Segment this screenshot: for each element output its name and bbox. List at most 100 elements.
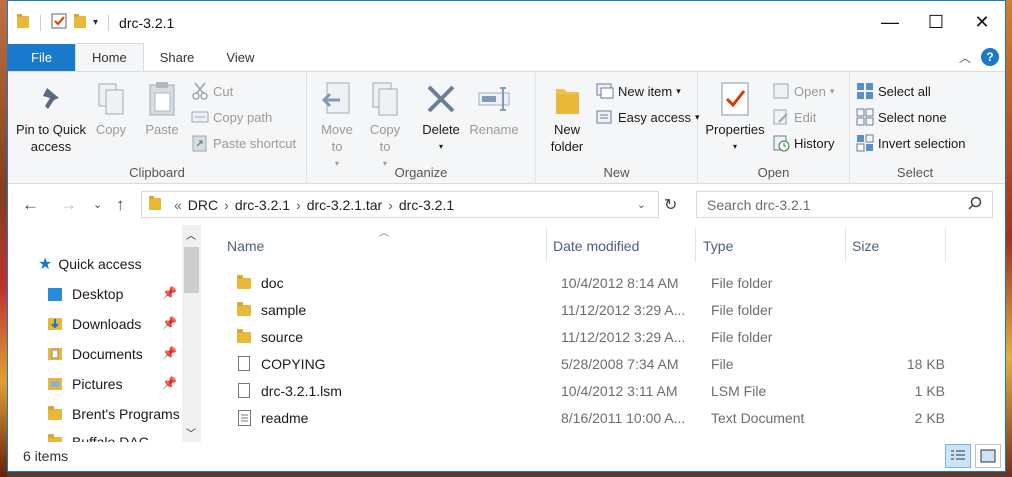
nav-item-documents[interactable]: Documents (48, 342, 143, 366)
breadcrumb-drc-3-2-1[interactable]: drc-3.2.1 (235, 197, 290, 213)
properties-icon[interactable] (51, 13, 67, 32)
minimize-button[interactable]: — (867, 1, 913, 44)
column-divider[interactable] (695, 228, 696, 262)
chevron-right-icon[interactable]: › (388, 197, 393, 213)
recent-locations-button[interactable]: ⌄ (93, 198, 102, 211)
toolbar-divider (108, 14, 110, 31)
scroll-up-icon[interactable]: ︿ (186, 227, 196, 242)
edit-button[interactable]: Edit (772, 108, 816, 126)
maximize-button[interactable]: ☐ (913, 1, 959, 44)
column-divider[interactable] (845, 228, 846, 262)
column-divider[interactable] (546, 228, 547, 262)
file-row[interactable]: source 11/12/2012 3:29 A... File folder (231, 324, 961, 351)
address-dropdown-icon[interactable]: ⌄ (637, 198, 646, 211)
column-divider[interactable] (945, 228, 946, 262)
tab-share[interactable]: Share (144, 44, 211, 71)
delete-label: Delete (422, 122, 460, 137)
folder-icon (237, 329, 251, 343)
tab-home[interactable]: Home (75, 43, 144, 71)
details-view-button[interactable] (945, 444, 971, 468)
delete-icon (424, 80, 458, 118)
details-view-icon (951, 450, 965, 460)
up-button[interactable]: ↑ (116, 195, 125, 215)
move-to-button[interactable]: Move to ▾ (317, 80, 357, 172)
search-input[interactable]: Search drc-3.2.1 (696, 191, 993, 218)
address-bar-row: ← → ⌄ ↑ « DRC › drc-3.2.1 › drc-3.2.1.tar ›… (8, 184, 1005, 224)
paste-shortcut-button[interactable]: Paste shortcut (191, 134, 296, 152)
file-row[interactable]: sample 11/12/2012 3:29 A... File folder (231, 297, 961, 324)
nav-quick-access[interactable]: ★ Quick access (38, 252, 142, 276)
documents-folder-icon (48, 346, 62, 363)
breadcrumb-drc-tar[interactable]: drc-3.2.1.tar (307, 197, 382, 213)
help-icon[interactable]: ? (981, 48, 999, 66)
chevron-right-icon[interactable]: › (224, 197, 229, 213)
copy-label: Copy (95, 122, 127, 137)
new-folder-icon[interactable] (73, 13, 87, 32)
column-header-type[interactable]: Type (703, 232, 733, 260)
collapse-ribbon-icon[interactable]: ︿ (959, 49, 971, 66)
new-folder-button[interactable]: New folder (546, 80, 588, 155)
history-button[interactable]: History (772, 134, 834, 152)
address-bar[interactable]: « DRC › drc-3.2.1 › drc-3.2.1.tar › drc-3.2… (141, 191, 659, 218)
new-item-button[interactable]: New item ▾ (596, 82, 681, 100)
scissors-icon (191, 82, 209, 100)
open-label: Open (794, 83, 826, 99)
star-icon: ★ (38, 256, 53, 273)
pin-to-quick-access-button[interactable]: Pin to Quick access (14, 80, 88, 155)
file-name: sample (261, 302, 307, 318)
delete-button[interactable]: Delete ▾ (419, 80, 463, 155)
tab-view[interactable]: View (210, 44, 270, 71)
nav-item-pictures[interactable]: Pictures (48, 372, 123, 396)
file-row[interactable]: COPYING 5/28/2008 7:34 AM File 18 KB (231, 351, 961, 378)
properties-button[interactable]: Properties ▾ (704, 80, 766, 155)
open-button[interactable]: Open ▾ (772, 82, 834, 100)
copy-path-button[interactable]: Copy path (191, 108, 272, 126)
ribbon: Pin to Quick access Copy Paste Cut Copy … (8, 71, 1005, 184)
nav-item-brents-programs[interactable]: Brent's Programs (48, 402, 180, 426)
forward-button[interactable]: → (60, 195, 77, 215)
tab-file[interactable]: File (8, 44, 75, 71)
breadcrumb-current[interactable]: drc-3.2.1 (399, 197, 454, 213)
column-header-name[interactable]: Name (227, 232, 264, 260)
column-header-size[interactable]: Size (852, 232, 879, 260)
close-button[interactable]: ✕ (959, 1, 1005, 44)
file-list: ︿ Name Date modified Type Size doc 10/4/… (201, 224, 1005, 442)
copy-to-button[interactable]: Copy to ▾ (365, 80, 405, 172)
rename-button[interactable]: Rename (467, 80, 521, 138)
file-row[interactable]: drc-3.2.1.lsm 10/4/2012 3:11 AM LSM File… (231, 378, 961, 405)
breadcrumb-drc[interactable]: DRC (188, 197, 218, 213)
back-button[interactable]: ← (22, 195, 39, 215)
navigation-scrollbar[interactable]: ︿ ﹀ (182, 225, 201, 442)
chevron-right-icon[interactable]: › (296, 197, 301, 213)
status-bar: 6 items (8, 440, 1005, 471)
copy-button[interactable]: Copy (92, 80, 130, 138)
paste-button[interactable]: Paste (142, 80, 182, 138)
large-icons-view-button[interactable] (975, 444, 1001, 468)
pictures-folder-icon (48, 376, 62, 393)
folder-icon (237, 302, 251, 316)
file-name: source (261, 329, 304, 345)
scrollbar-thumb[interactable] (184, 247, 199, 293)
column-header-date[interactable]: Date modified (553, 232, 639, 260)
nav-item-desktop[interactable]: Desktop (48, 282, 123, 306)
refresh-button[interactable]: ↻ (664, 195, 677, 215)
scroll-down-icon[interactable]: ﹀ (186, 425, 196, 440)
rename-icon (477, 80, 511, 118)
nav-item-downloads[interactable]: Downloads (48, 312, 141, 336)
file-row[interactable]: readme 8/16/2011 10:00 A... Text Documen… (231, 405, 961, 432)
folder-icon (148, 195, 162, 214)
copy-path-icon (191, 108, 209, 126)
easy-access-button[interactable]: Easy access ▾ (596, 108, 700, 126)
invert-selection-button[interactable]: Invert selection (856, 134, 965, 152)
file-date: 10/4/2012 8:14 AM (561, 275, 679, 291)
cut-button[interactable]: Cut (191, 82, 233, 100)
file-size: 2 KB (914, 410, 945, 426)
select-all-button[interactable]: Select all (856, 82, 931, 100)
file-type: LSM File (711, 383, 767, 399)
select-none-button[interactable]: Select none (856, 108, 947, 126)
new-folder-icon (550, 80, 584, 118)
overflow-chevron-icon[interactable]: « (174, 197, 182, 213)
customize-toolbar-icon[interactable]: ▾ (93, 17, 98, 28)
file-row[interactable]: doc 10/4/2012 8:14 AM File folder (231, 270, 961, 297)
desktop-background-right (1006, 0, 1012, 477)
